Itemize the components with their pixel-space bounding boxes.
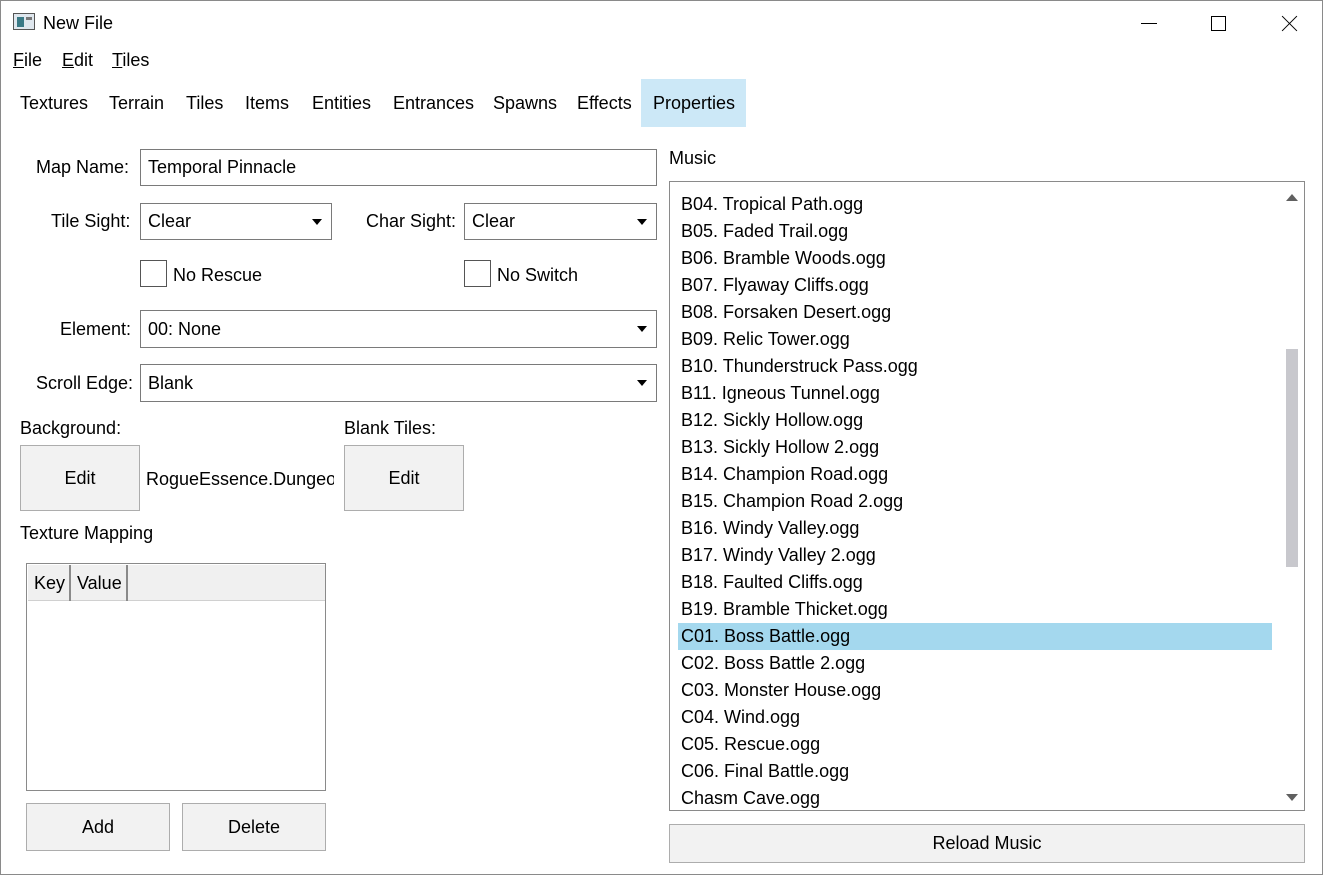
chevron-down-icon [637, 326, 647, 332]
music-list-item[interactable]: B17. Windy Valley 2.ogg [678, 542, 1272, 569]
scrollbar-thumb[interactable] [1286, 349, 1298, 567]
minimize-icon [1141, 23, 1157, 24]
music-list-item[interactable]: B10. Thunderstruck Pass.ogg [678, 353, 1272, 380]
char-sight-dropdown[interactable]: Clear [464, 203, 657, 240]
menu-edit[interactable]: Edit [62, 50, 93, 71]
music-list-item[interactable]: B15. Champion Road 2.ogg [678, 488, 1272, 515]
scroll-up-icon[interactable] [1286, 194, 1298, 201]
maximize-button[interactable] [1183, 1, 1253, 45]
blank-tiles-label: Blank Tiles: [344, 418, 437, 438]
tab-items[interactable]: Items [233, 79, 301, 127]
music-list-item[interactable]: C06. Final Battle.ogg [678, 758, 1272, 785]
no-switch-checkbox[interactable] [464, 260, 491, 287]
column-header-value[interactable]: Value [71, 565, 128, 601]
tab-entities[interactable]: Entities [300, 79, 383, 127]
music-list-item[interactable]: B05. Faded Trail.ogg [678, 218, 1272, 245]
reload-music-button[interactable]: Reload Music [669, 824, 1305, 863]
map-name-input[interactable]: Temporal Pinnacle [140, 149, 657, 186]
music-list-item[interactable]: B12. Sickly Hollow.ogg [678, 407, 1272, 434]
music-list-item[interactable]: B19. Bramble Thicket.ogg [678, 596, 1272, 623]
blank-tiles-edit-button[interactable]: Edit [344, 445, 464, 511]
element-label: Element: [60, 319, 132, 339]
music-list-item[interactable]: B11. Igneous Tunnel.ogg [678, 380, 1272, 407]
tab-properties[interactable]: Properties [641, 79, 746, 127]
scroll-edge-dropdown[interactable]: Blank [140, 364, 657, 402]
tile-sight-dropdown[interactable]: Clear [140, 203, 332, 240]
map-name-label: Map Name: [36, 157, 130, 177]
music-list-item[interactable]: C01. Boss Battle.ogg [678, 623, 1272, 650]
music-label: Music [669, 148, 717, 168]
maximize-icon [1211, 16, 1226, 31]
chevron-down-icon [637, 380, 647, 386]
texture-mapping-label: Texture Mapping [20, 523, 154, 543]
music-list-item[interactable]: B04. Tropical Path.ogg [678, 191, 1272, 218]
window-title: New File [43, 13, 114, 33]
scroll-edge-label: Scroll Edge: [36, 373, 134, 393]
minimize-button[interactable] [1113, 1, 1183, 45]
add-button[interactable]: Add [26, 803, 170, 851]
music-list-item[interactable]: B06. Bramble Woods.ogg [678, 245, 1272, 272]
char-sight-label: Char Sight: [366, 211, 457, 231]
music-list[interactable]: B04. Tropical Path.ogg B05. Faded Trail.o… [669, 181, 1305, 811]
chevron-down-icon [637, 218, 647, 225]
chevron-down-icon [312, 218, 322, 225]
music-list-item[interactable]: B18. Faulted Cliffs.ogg [678, 569, 1272, 596]
music-list-item[interactable]: B09. Relic Tower.ogg [678, 326, 1272, 353]
app-icon [13, 13, 35, 30]
menu-file[interactable]: File [13, 50, 42, 71]
background-edit-button[interactable]: Edit [20, 445, 140, 511]
music-list-item[interactable]: B13. Sickly Hollow 2.ogg [678, 434, 1272, 461]
background-value: RogueEssence.Dungeor [146, 469, 334, 489]
music-list-item[interactable]: B07. Flyaway Cliffs.ogg [678, 272, 1272, 299]
music-list-item[interactable]: C05. Rescue.ogg [678, 731, 1272, 758]
element-dropdown[interactable]: 00: None [140, 310, 657, 348]
music-list-item[interactable]: C03. Monster House.ogg [678, 677, 1272, 704]
menu-tiles[interactable]: Tiles [112, 50, 149, 71]
no-rescue-checkbox[interactable] [140, 260, 167, 287]
column-header-key[interactable]: Key [28, 565, 71, 601]
title-bar: New File [1, 1, 1322, 45]
music-list-item[interactable]: C02. Boss Battle 2.ogg [678, 650, 1272, 677]
tile-sight-label: Tile Sight: [51, 211, 131, 231]
main-window: New File File Edit Tiles Textures Terrai… [0, 0, 1323, 875]
close-button[interactable] [1253, 1, 1323, 45]
tab-entrances[interactable]: Entrances [381, 79, 486, 127]
music-list-item[interactable]: B16. Windy Valley.ogg [678, 515, 1272, 542]
music-scrollbar[interactable] [1279, 182, 1304, 810]
scroll-down-icon[interactable] [1286, 794, 1298, 801]
tab-terrain[interactable]: Terrain [97, 79, 176, 127]
tab-effects[interactable]: Effects [565, 79, 644, 127]
tab-spawns[interactable]: Spawns [481, 79, 569, 127]
tab-textures[interactable]: Textures [8, 79, 100, 127]
no-switch-label: No Switch [497, 265, 579, 285]
grid-header: Key Value [28, 565, 325, 601]
tab-tiles[interactable]: Tiles [174, 79, 235, 127]
texture-mapping-grid[interactable]: Key Value [26, 563, 326, 791]
delete-button[interactable]: Delete [182, 803, 326, 851]
no-rescue-label: No Rescue [173, 265, 263, 285]
music-list-item[interactable]: Chasm Cave.ogg [678, 785, 1272, 810]
background-label: Background: [20, 418, 122, 438]
music-list-item[interactable]: B14. Champion Road.ogg [678, 461, 1272, 488]
music-list-item[interactable]: B08. Forsaken Desert.ogg [678, 299, 1272, 326]
music-list-item[interactable]: C04. Wind.ogg [678, 704, 1272, 731]
